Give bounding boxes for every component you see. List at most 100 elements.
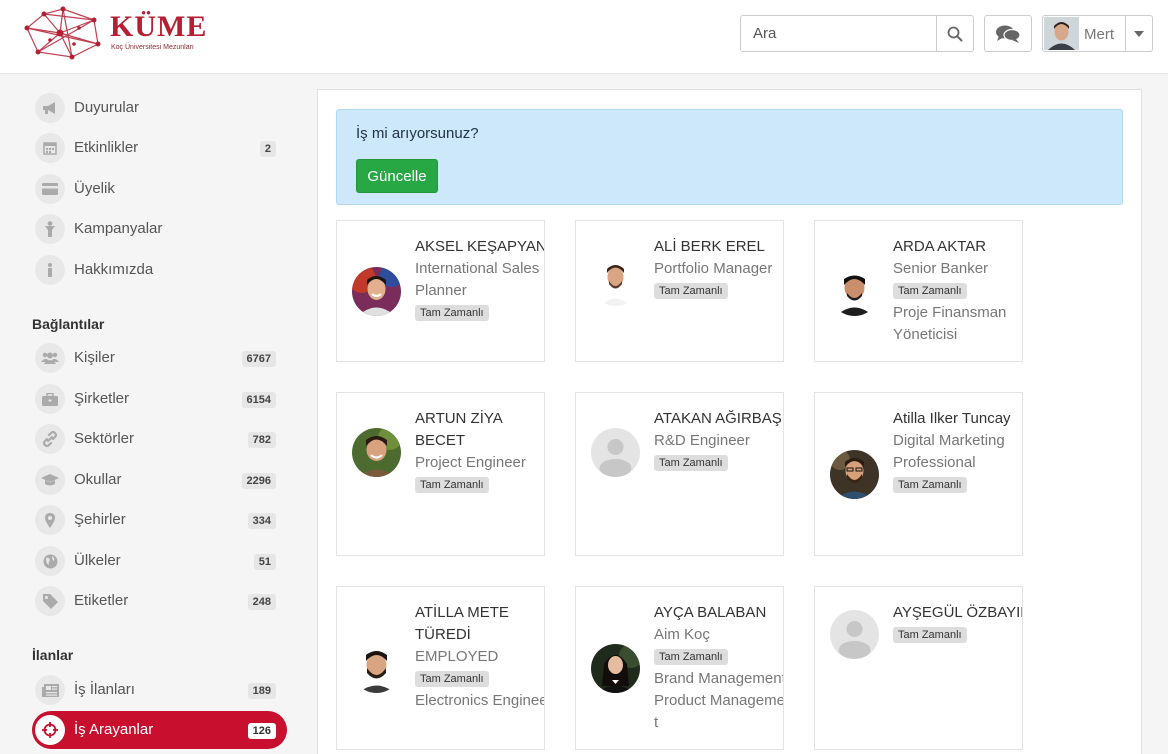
network-logo-icon	[24, 6, 101, 60]
globe-icon	[35, 546, 65, 576]
employment-type-tag: Tam Zamanlı	[893, 477, 967, 493]
sidebar-item-label: Etkinlikler	[74, 139, 139, 156]
job-seeker-card[interactable]: ATAKAN AĞIRBAŞ R&D Engineer Tam Zamanlı	[575, 392, 784, 556]
card-info: Atilla Ilker Tuncay Digital Marketing Pr…	[893, 408, 1022, 496]
search-input[interactable]	[741, 16, 937, 51]
brand-subtitle: Koç Üniversitesi Mezunları	[111, 44, 194, 51]
search-button[interactable]	[936, 16, 973, 51]
calendar-icon	[35, 133, 65, 163]
info-icon	[35, 255, 65, 285]
sidebar-item-kampanyalar[interactable]: Kampanyalar	[32, 210, 287, 248]
seeker-position: Brand Management,Product Management	[654, 670, 784, 731]
card-info: ARDA AKTAR Senior Banker Tam Zamanlı Pro…	[893, 236, 1022, 346]
sidebar-item-sektorler[interactable]: Sektörler 782	[32, 420, 287, 458]
job-seeker-card[interactable]: AYŞEGÜL ÖZBAYIR Tam Zamanlı	[814, 586, 1023, 750]
avatar	[591, 257, 640, 306]
job-seeker-card[interactable]: AKSEL KEŞAPYAN International Sales Plann…	[336, 220, 545, 362]
employment-type-tag: Tam Zamanlı	[654, 649, 728, 665]
job-seeker-card[interactable]: ARDA AKTAR Senior Banker Tam Zamanlı Pro…	[814, 220, 1023, 362]
seeker-name[interactable]: ARDA AKTAR	[893, 236, 1022, 258]
sidebar-item-uyelik[interactable]: Üyelik	[32, 170, 287, 208]
count-badge: 189	[247, 683, 276, 699]
sidebar-item-etiketler[interactable]: Etiketler 248	[32, 582, 287, 620]
card-info: ATAKAN AĞIRBAŞ R&D Engineer Tam Zamanlı	[654, 408, 783, 474]
count-badge: 2	[259, 141, 276, 157]
job-seeker-card[interactable]: ALİ BERK EREL Portfolio Manager Tam Zama…	[575, 220, 784, 362]
seeker-name[interactable]: ARTUN ZİYA BECET	[415, 408, 544, 452]
job-seeker-card[interactable]: Atilla Ilker Tuncay Digital Marketing Pr…	[814, 392, 1023, 556]
brand-title: KÜME	[110, 10, 208, 43]
seeker-name[interactable]: AYÇA BALABAN	[654, 602, 783, 624]
seeker-name[interactable]: Atilla Ilker Tuncay	[893, 408, 1022, 430]
seeker-title: Project Engineer	[415, 454, 526, 471]
sidebar-item-is-arayanlar[interactable]: İş Arayanlar 126	[32, 711, 287, 749]
alert-text: İş mi arıyorsunuz?	[356, 125, 479, 142]
seeker-name[interactable]: AYŞEGÜL ÖZBAYIR	[893, 602, 1022, 624]
sidebar-item-ulkeler[interactable]: Ülkeler 51	[32, 542, 287, 580]
messages-button[interactable]	[984, 15, 1032, 52]
job-seeker-card[interactable]: ATİLLA METE TÜREDİ EMPLOYED Tam Zamanlı …	[336, 586, 545, 750]
tag-icon	[35, 586, 65, 616]
seeker-title: R&D Engineer	[654, 432, 750, 449]
user-name: Mert	[1084, 26, 1114, 43]
avatar	[591, 644, 640, 693]
sidebar-item-label: Kampanyalar	[74, 220, 163, 237]
sidebar-item-is-ilanlari[interactable]: İş İlanları 189	[32, 671, 287, 709]
employment-type-tag: Tam Zamanlı	[415, 477, 489, 493]
job-seekers-panel: İş mi arıyorsunuz? Güncelle AKSEL KEŞAPY…	[317, 89, 1142, 754]
job-seeker-card[interactable]: ARTUN ZİYA BECET Project Engineer Tam Za…	[336, 392, 545, 556]
seeker-name[interactable]: AKSEL KEŞAPYAN	[415, 236, 544, 258]
kume-logo[interactable]: KÜME Koç Üniversitesi Mezunları	[24, 6, 208, 60]
caret-down-icon	[1134, 30, 1144, 37]
section-title-listings: İlanlar	[32, 647, 74, 663]
sidebar-item-sirketler[interactable]: Şirketler 6154	[32, 380, 287, 418]
default-avatar	[830, 610, 879, 659]
job-seeker-card[interactable]: AYÇA BALABAN Aim Koç Tam Zamanlı Brand M…	[575, 586, 784, 750]
sidebar-item-label: Duyurular	[74, 99, 140, 116]
card-info: AYŞEGÜL ÖZBAYIR Tam Zamanlı	[893, 602, 1022, 646]
sidebar-item-kisiler[interactable]: Kişiler 6767	[32, 339, 287, 377]
sidebar-item-label: Şirketler	[74, 390, 130, 407]
sidebar-item-label: Kişiler	[74, 349, 115, 366]
employment-type-tag: Tam Zamanlı	[893, 283, 967, 299]
avatar	[830, 267, 879, 316]
user-menu-button[interactable]: Mert	[1042, 15, 1153, 52]
seeker-title: International Sales Planner	[415, 260, 540, 299]
employment-type-tag: Tam Zamanlı	[415, 671, 489, 687]
avatar	[352, 267, 401, 316]
seeker-title: Digital Marketing Professional	[893, 432, 1005, 471]
card-info: AKSEL KEŞAPYAN International Sales Plann…	[415, 236, 544, 324]
seeker-name[interactable]: ALİ BERK EREL	[654, 236, 783, 258]
update-button[interactable]: Güncelle	[356, 159, 438, 193]
sidebar-item-label: Şehirler	[74, 511, 126, 528]
sidebar-item-okullar[interactable]: Okullar 2296	[32, 461, 287, 499]
newspaper-icon	[35, 675, 65, 705]
link-icon	[35, 424, 65, 454]
sidebar-item-sehirler[interactable]: Şehirler 334	[32, 501, 287, 539]
seeker-name[interactable]: ATİLLA METE TÜREDİ	[415, 602, 544, 646]
seeker-name[interactable]: ATAKAN AĞIRBAŞ	[654, 408, 783, 430]
user-avatar	[1044, 17, 1079, 50]
seeker-title: Portfolio Manager	[654, 260, 773, 277]
sidebar: Duyurular Etkinlikler 2 Üyelik Kampanyal…	[0, 74, 300, 754]
seeker-position: Proje Finansman Yöneticisi	[893, 304, 1007, 343]
graduation-cap-icon	[35, 465, 65, 495]
employment-type-tag: Tam Zamanlı	[654, 283, 728, 299]
sidebar-item-label: Ülkeler	[74, 552, 121, 569]
sidebar-item-label: İş Arayanlar	[74, 721, 154, 738]
sidebar-item-duyurular[interactable]: Duyurular	[32, 89, 287, 127]
count-badge: 782	[247, 432, 276, 448]
briefcase-icon	[35, 384, 65, 414]
count-badge: 6154	[241, 392, 276, 408]
credit-card-icon	[35, 174, 65, 204]
sidebar-item-hakkimizda[interactable]: Hakkımızda	[32, 251, 287, 289]
map-marker-icon	[35, 505, 65, 535]
count-badge: 2296	[241, 473, 276, 489]
card-info: AYÇA BALABAN Aim Koç Tam Zamanlı Brand M…	[654, 602, 784, 734]
card-info: ATİLLA METE TÜREDİ EMPLOYED Tam Zamanlı …	[415, 602, 544, 712]
sidebar-item-etkinlikler[interactable]: Etkinlikler 2	[32, 129, 287, 167]
count-badge: 126	[247, 723, 276, 739]
count-badge: 248	[247, 594, 276, 610]
user-menu-dropdown[interactable]	[1125, 16, 1152, 51]
sidebar-item-label: Okullar	[74, 471, 122, 488]
